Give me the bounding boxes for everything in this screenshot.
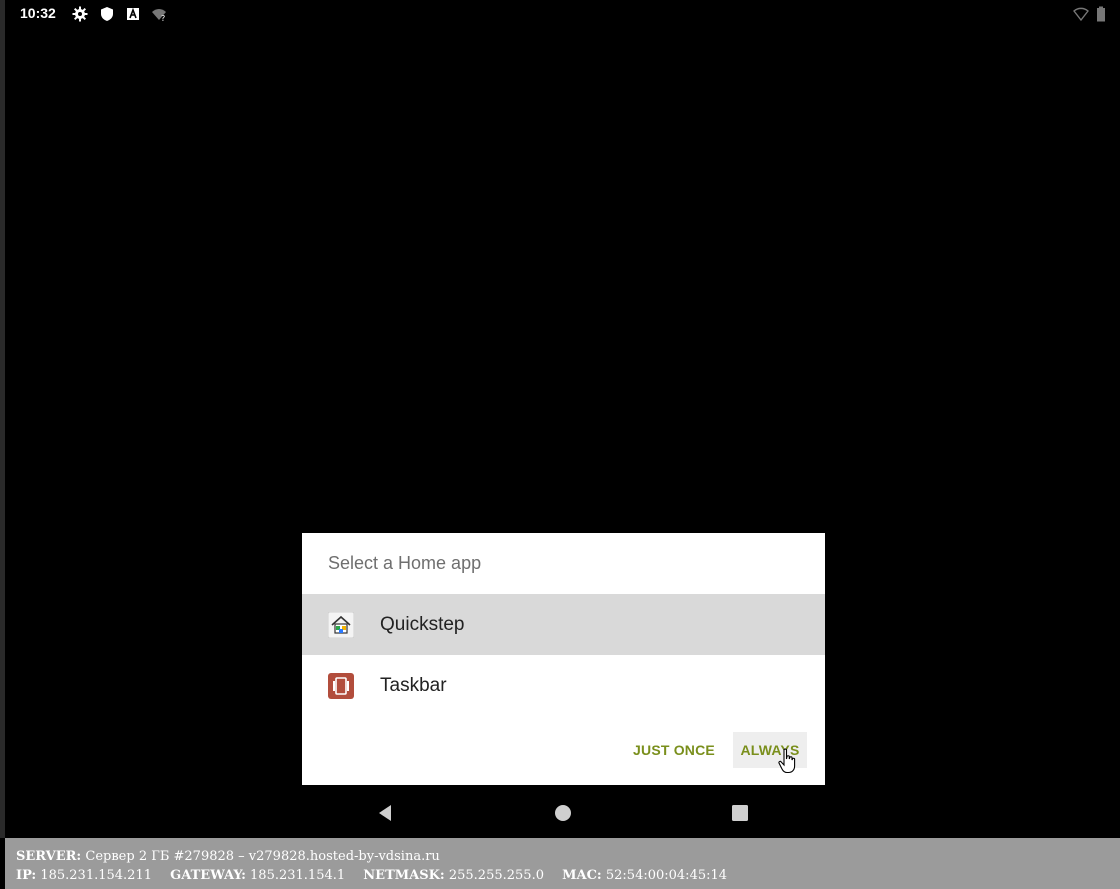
left-edge [0,0,5,838]
settings-gear-icon [72,6,88,22]
svg-text:?: ? [161,14,165,22]
wifi-question-icon: ? [152,9,166,22]
server-info-bar: SERVER: Сервер 2 ГБ #279828 – v279828.ho… [5,838,1120,889]
clock: 10:32 [20,5,56,21]
app-option-quickstep[interactable]: Quickstep [302,594,825,655]
network-line: IP: 185.231.154.211 GATEWAY: 185.231.154… [16,868,727,883]
app-label-taskbar: Taskbar [380,675,447,696]
shield-icon [101,7,113,21]
ip-label: IP: [16,868,37,883]
ip-value: 185.231.154.211 [40,868,152,883]
app-option-taskbar[interactable]: Taskbar [302,655,825,716]
just-once-button[interactable]: JUST ONCE [628,732,720,768]
server-label: SERVER: [16,849,82,864]
recents-icon[interactable] [729,802,751,824]
home-app-dialog: Select a Home app Quickstep Taskbar JUST… [302,533,825,785]
back-icon[interactable] [375,802,397,824]
netmask-label: NETMASK: [363,868,445,883]
status-bar: 10:32 ? [5,0,1120,27]
navigation-bar [5,790,1120,834]
battery-icon [1097,6,1105,22]
home-icon[interactable] [552,802,574,824]
mac-label: MAC: [562,868,602,883]
gateway-label: GATEWAY: [170,868,246,883]
netmask-value: 255.255.255.0 [448,868,544,883]
dialog-title: Select a Home app [328,553,482,573]
a-font-icon [127,7,139,20]
android-screen: 10:32 ? Select a Home app Quickstep Task… [0,0,1120,838]
app-label-quickstep: Quickstep [380,614,465,635]
server-value: Сервер 2 ГБ #279828 – v279828.hosted-by-… [85,849,440,864]
hand-cursor-icon [778,748,796,774]
taskbar-icon [328,673,354,699]
mac-value: 52:54:00:04:45:14 [605,868,728,883]
server-line: SERVER: Сервер 2 ГБ #279828 – v279828.ho… [16,849,440,864]
house-icon [328,612,354,638]
gateway-value: 185.231.154.1 [250,868,346,883]
wifi-empty-icon [1073,7,1089,22]
